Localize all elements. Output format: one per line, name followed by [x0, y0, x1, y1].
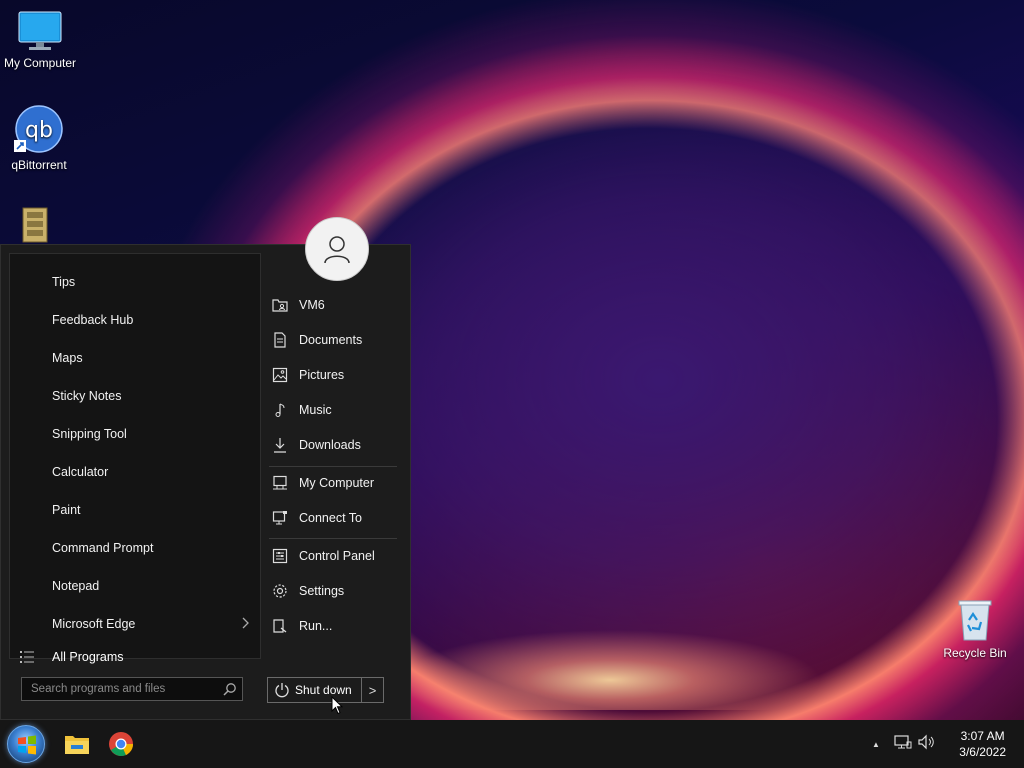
program-item-feedback-hub[interactable]: Feedback Hub — [10, 303, 260, 337]
shutdown-button[interactable]: Shut down — [268, 678, 362, 702]
search-input[interactable]: Search programs and files — [21, 677, 243, 701]
programs-pane: Tips Feedback Hub Maps Sticky Notes Snip… — [9, 253, 261, 664]
desktop-icon-label: qBittorrent — [11, 158, 67, 172]
mouse-cursor-icon — [331, 695, 344, 720]
right-item-label: Documents — [299, 333, 363, 347]
program-item-maps[interactable]: Maps — [10, 341, 260, 375]
svg-text:qb: qb — [25, 118, 53, 143]
network-icon[interactable] — [894, 734, 912, 755]
program-label: Paint — [52, 503, 81, 517]
music-icon — [272, 402, 288, 418]
list-icon — [20, 651, 34, 666]
right-item-label: Settings — [299, 584, 345, 598]
program-item-tips[interactable]: Tips — [10, 265, 260, 299]
all-programs-label: All Programs — [52, 650, 124, 664]
desktop-icon-qbittorrent[interactable]: qb qBittorrent — [0, 104, 79, 172]
shutdown-options-button[interactable]: > — [362, 683, 383, 698]
document-icon — [272, 332, 288, 348]
clock[interactable]: 3:07 AM 3/6/2022 — [959, 728, 1006, 760]
program-label: Sticky Notes — [52, 389, 122, 403]
run-icon — [272, 618, 288, 634]
start-button[interactable] — [7, 725, 45, 763]
right-item-music[interactable]: Music — [263, 395, 403, 425]
program-label: Microsoft Edge — [52, 617, 136, 631]
user-folder-icon — [272, 297, 288, 313]
user-icon — [324, 236, 350, 264]
right-item-pictures[interactable]: Pictures — [263, 360, 403, 390]
right-item-label: Music — [299, 403, 332, 417]
menu-separator — [269, 538, 397, 539]
computer-icon — [272, 475, 288, 491]
start-menu: Tips Feedback Hub Maps Sticky Notes Snip… — [0, 217, 411, 720]
right-item-label: Control Panel — [299, 549, 375, 563]
show-hidden-icons-button[interactable]: ▲ — [872, 740, 880, 749]
chrome-icon[interactable] — [107, 730, 135, 758]
user-avatar[interactable] — [305, 217, 369, 281]
program-label: Command Prompt — [52, 541, 154, 555]
right-item-vm6[interactable]: VM6 — [263, 290, 403, 320]
program-item-snipping-tool[interactable]: Snipping Tool — [10, 417, 260, 451]
volume-icon[interactable] — [918, 734, 936, 755]
desktop-icon-archive[interactable] — [0, 204, 75, 244]
recycle-bin-icon — [958, 600, 992, 641]
menu-separator — [269, 466, 397, 467]
program-label: Tips — [52, 275, 76, 289]
right-item-control-panel[interactable]: Control Panel — [263, 541, 403, 571]
clock-time: 3:07 AM — [960, 729, 1005, 743]
right-item-label: My Computer — [299, 476, 375, 490]
desktop-icon-recycle-bin[interactable]: Recycle Bin — [935, 598, 1015, 660]
right-item-label: VM6 — [299, 298, 325, 312]
qbittorrent-icon: qb — [14, 105, 63, 153]
right-item-my-computer[interactable]: My Computer — [263, 468, 403, 498]
connect-icon — [272, 510, 288, 526]
search-placeholder: Search programs and files — [31, 683, 166, 695]
program-item-sticky-notes[interactable]: Sticky Notes — [10, 379, 260, 413]
system-tray: ▲ — [872, 720, 936, 768]
all-programs-button[interactable]: All Programs — [10, 642, 260, 672]
clock-date: 3/6/2022 — [959, 745, 1006, 759]
gear-icon — [272, 583, 288, 599]
program-label: Notepad — [52, 579, 100, 593]
chevron-right-icon: > — [368, 682, 377, 698]
program-label: Snipping Tool — [52, 427, 127, 441]
archive-icon — [22, 207, 48, 243]
desktop-icon-my-computer[interactable]: My Computer — [0, 10, 80, 70]
control-panel-icon — [272, 548, 288, 564]
right-item-documents[interactable]: Documents — [263, 325, 403, 355]
chevron-right-icon — [242, 617, 250, 632]
desktop-icon-label: Recycle Bin — [943, 646, 1007, 660]
power-icon — [275, 683, 289, 698]
windows-logo-icon — [18, 735, 36, 755]
program-item-microsoft-edge[interactable]: Microsoft Edge — [10, 607, 260, 641]
right-item-downloads[interactable]: Downloads — [263, 430, 403, 460]
file-explorer-icon[interactable] — [63, 730, 91, 758]
picture-icon — [272, 367, 288, 383]
taskbar: ▲ 3:07 AM 3/6/2022 — [0, 720, 1024, 768]
desktop-icon-label: My Computer — [3, 56, 77, 70]
shutdown-label: Shut down — [295, 683, 352, 697]
program-label: Feedback Hub — [52, 313, 134, 327]
right-item-label: Pictures — [299, 368, 345, 382]
search-icon — [223, 682, 237, 699]
program-item-paint[interactable]: Paint — [10, 493, 260, 527]
program-item-notepad[interactable]: Notepad — [10, 569, 260, 603]
program-item-calculator[interactable]: Calculator — [10, 455, 260, 489]
program-item-command-prompt[interactable]: Command Prompt — [10, 531, 260, 565]
right-item-label: Connect To — [299, 511, 363, 525]
download-icon — [272, 437, 288, 453]
shutdown-control: Shut down > — [267, 677, 384, 703]
program-label: Maps — [52, 351, 83, 365]
wallpaper-glow — [400, 600, 820, 710]
right-item-label: Downloads — [299, 438, 361, 452]
right-item-settings[interactable]: Settings — [263, 576, 403, 606]
right-item-label: Run... — [299, 619, 333, 633]
right-item-connect-to[interactable]: Connect To — [263, 503, 403, 533]
monitor-icon — [18, 11, 62, 50]
program-label: Calculator — [52, 465, 109, 479]
right-item-run[interactable]: Run... — [263, 611, 403, 641]
